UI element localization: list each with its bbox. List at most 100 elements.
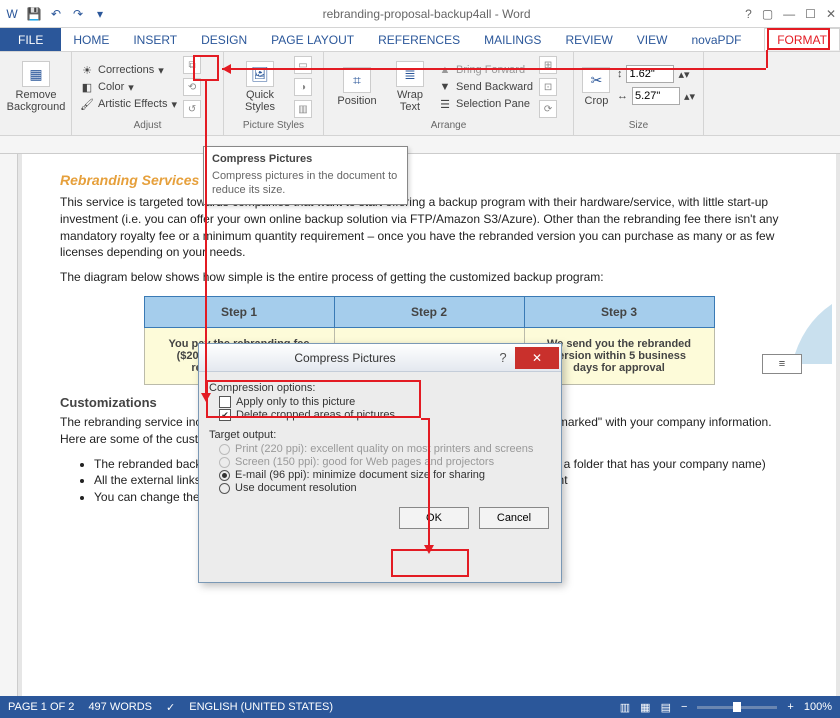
apply-only-checkbox[interactable]: Apply only to this picture (219, 396, 551, 408)
group-remove-bg: ▦Remove Background (0, 52, 72, 135)
minimize-icon[interactable]: — (783, 7, 795, 21)
tab-format[interactable]: FORMAT (764, 28, 840, 51)
tab-home[interactable]: HOME (61, 28, 121, 51)
checkbox-checked-icon: ✔ (219, 409, 231, 421)
dialog-buttons: OK Cancel (199, 501, 561, 531)
paragraph-intro: This service is targeted towards compani… (60, 194, 798, 261)
reset-picture-button[interactable]: ↺ (183, 100, 201, 118)
tab-view[interactable]: VIEW (625, 28, 680, 51)
corrections-label: Corrections (98, 64, 154, 76)
width-input[interactable] (632, 87, 680, 105)
status-bar: PAGE 1 OF 2 497 WORDS ✓ ENGLISH (UNITED … (0, 696, 840, 718)
bring-forward-label: Bring Forward (456, 64, 525, 76)
selection-pane-button[interactable]: ☰Selection Pane (438, 97, 533, 111)
word-count[interactable]: 497 WORDS (88, 701, 152, 713)
vertical-ruler[interactable] (0, 154, 18, 716)
color-button[interactable]: ◧Color▾ (80, 80, 177, 94)
dialog-help-button[interactable]: ? (491, 350, 515, 365)
send-backward-label: Send Backward (456, 81, 533, 93)
layout-options-button[interactable]: ≡ (762, 354, 802, 374)
remove-background-button[interactable]: ▦Remove Background (8, 61, 64, 113)
compress-pictures-button[interactable]: ⧉ (183, 56, 201, 74)
arrange-group-label: Arrange (332, 118, 565, 131)
print-layout-icon[interactable]: ▦ (640, 701, 650, 714)
tooltip-title: Compress Pictures (212, 153, 312, 165)
tab-references[interactable]: REFERENCES (366, 28, 472, 51)
undo-icon[interactable]: ↶ (48, 6, 64, 22)
position-button[interactable]: ⌗Position (332, 67, 382, 107)
dialog-close-button[interactable]: ✕ (515, 347, 559, 369)
redo-icon[interactable]: ↷ (70, 6, 86, 22)
page-indicator[interactable]: PAGE 1 OF 2 (8, 701, 74, 713)
dialog-titlebar[interactable]: Compress Pictures ? ✕ (199, 344, 561, 372)
compress-pictures-dialog: Compress Pictures ? ✕ Compression option… (198, 343, 562, 583)
tab-design[interactable]: DESIGN (189, 28, 259, 51)
width-icon: ↔ (617, 90, 628, 102)
send-backward-button[interactable]: ▼Send Backward (438, 80, 533, 94)
size-group-label: Size (582, 118, 695, 131)
ok-button[interactable]: OK (399, 507, 469, 529)
tooltip-compress-pictures: Compress Pictures Compress pictures in t… (203, 146, 408, 205)
language-indicator[interactable]: ENGLISH (UNITED STATES) (189, 701, 333, 713)
quick-styles-label: Quick Styles (232, 89, 288, 113)
target-output-label: Target output: (209, 429, 551, 441)
tooltip-body: Compress pictures in the document to red… (212, 169, 399, 198)
crop-button[interactable]: ✂Crop (582, 67, 611, 107)
web-layout-icon[interactable]: ▤ (661, 701, 671, 714)
window-title: rebranding-proposal-backup4all - Word (108, 7, 745, 21)
delete-cropped-checkbox[interactable]: ✔Delete cropped areas of pictures (219, 409, 551, 421)
read-mode-icon[interactable]: ▥ (620, 701, 630, 714)
zoom-level[interactable]: 100% (804, 701, 832, 713)
picture-layout-button[interactable]: ▥ (294, 100, 312, 118)
help-icon[interactable]: ? (745, 7, 752, 21)
ribbon-options-icon[interactable]: ▢ (762, 7, 773, 21)
tab-page-layout[interactable]: PAGE LAYOUT (259, 28, 366, 51)
horizontal-ruler[interactable] (0, 136, 840, 154)
step2-header: Step 2 (334, 296, 524, 327)
group-adjust: ☀Corrections▾ ◧Color▾ 🖌Artistic Effects▾… (72, 52, 224, 135)
paragraph-diagram-lead: The diagram below shows how simple is th… (60, 269, 798, 286)
apply-only-label: Apply only to this picture (236, 396, 355, 408)
corrections-button[interactable]: ☀Corrections▾ (80, 63, 177, 77)
tab-novapdf[interactable]: novaPDF (679, 28, 753, 51)
artistic-effects-button[interactable]: 🖌Artistic Effects▾ (80, 97, 177, 111)
selection-pane-label: Selection Pane (456, 98, 530, 110)
email-radio[interactable]: E-mail (96 ppi): minimize document size … (219, 469, 551, 481)
zoom-out-button[interactable]: − (681, 701, 687, 713)
group-button[interactable]: ⊡ (539, 78, 557, 96)
radio-checked-icon (219, 470, 230, 481)
change-picture-button[interactable]: ⟲ (183, 78, 201, 96)
close-icon[interactable]: ✕ (826, 7, 836, 21)
tab-mailings[interactable]: MAILINGS (472, 28, 553, 51)
align-button[interactable]: ⊞ (539, 56, 557, 74)
tab-file[interactable]: FILE (0, 28, 61, 51)
print-label: Print (220 ppi): excellent quality on mo… (235, 443, 533, 455)
zoom-in-button[interactable]: + (787, 701, 793, 713)
tab-insert[interactable]: INSERT (121, 28, 189, 51)
qat-dropdown-icon[interactable]: ▾ (92, 6, 108, 22)
picture-border-button[interactable]: ▭ (294, 56, 312, 74)
maximize-icon[interactable]: ☐ (805, 7, 816, 21)
step1-header: Step 1 (144, 296, 334, 327)
bring-forward-button[interactable]: ▲Bring Forward (438, 63, 533, 77)
screen-radio: Screen (150 ppi): good for Web pages and… (219, 456, 551, 468)
cancel-button[interactable]: Cancel (479, 507, 549, 529)
annotation-arrow (428, 418, 430, 549)
remove-background-label: Remove Background (7, 89, 66, 113)
picture-styles-group-label: Picture Styles (232, 118, 315, 131)
group-picture-styles: 🖼Quick Styles ▭ ◑ ▥ Picture Styles (224, 52, 324, 135)
dialog-title: Compress Pictures (199, 351, 491, 365)
annotation-arrowhead (424, 545, 434, 554)
picture-effects-button[interactable]: ◑ (294, 78, 312, 96)
tab-review[interactable]: REVIEW (553, 28, 624, 51)
doc-resolution-radio[interactable]: Use document resolution (219, 482, 551, 494)
rotate-button[interactable]: ⟳ (539, 100, 557, 118)
titlebar: W 💾 ↶ ↷ ▾ rebranding-proposal-backup4all… (0, 0, 840, 28)
save-icon[interactable]: 💾 (26, 6, 42, 22)
group-size: ✂Crop ↕▴▾ ↔▴▾ Size (574, 52, 704, 135)
color-label: Color (98, 81, 124, 93)
radio-icon (219, 483, 230, 494)
zoom-slider[interactable] (697, 706, 777, 709)
proofing-icon[interactable]: ✓ (166, 701, 175, 714)
doc-resolution-label: Use document resolution (235, 482, 357, 494)
